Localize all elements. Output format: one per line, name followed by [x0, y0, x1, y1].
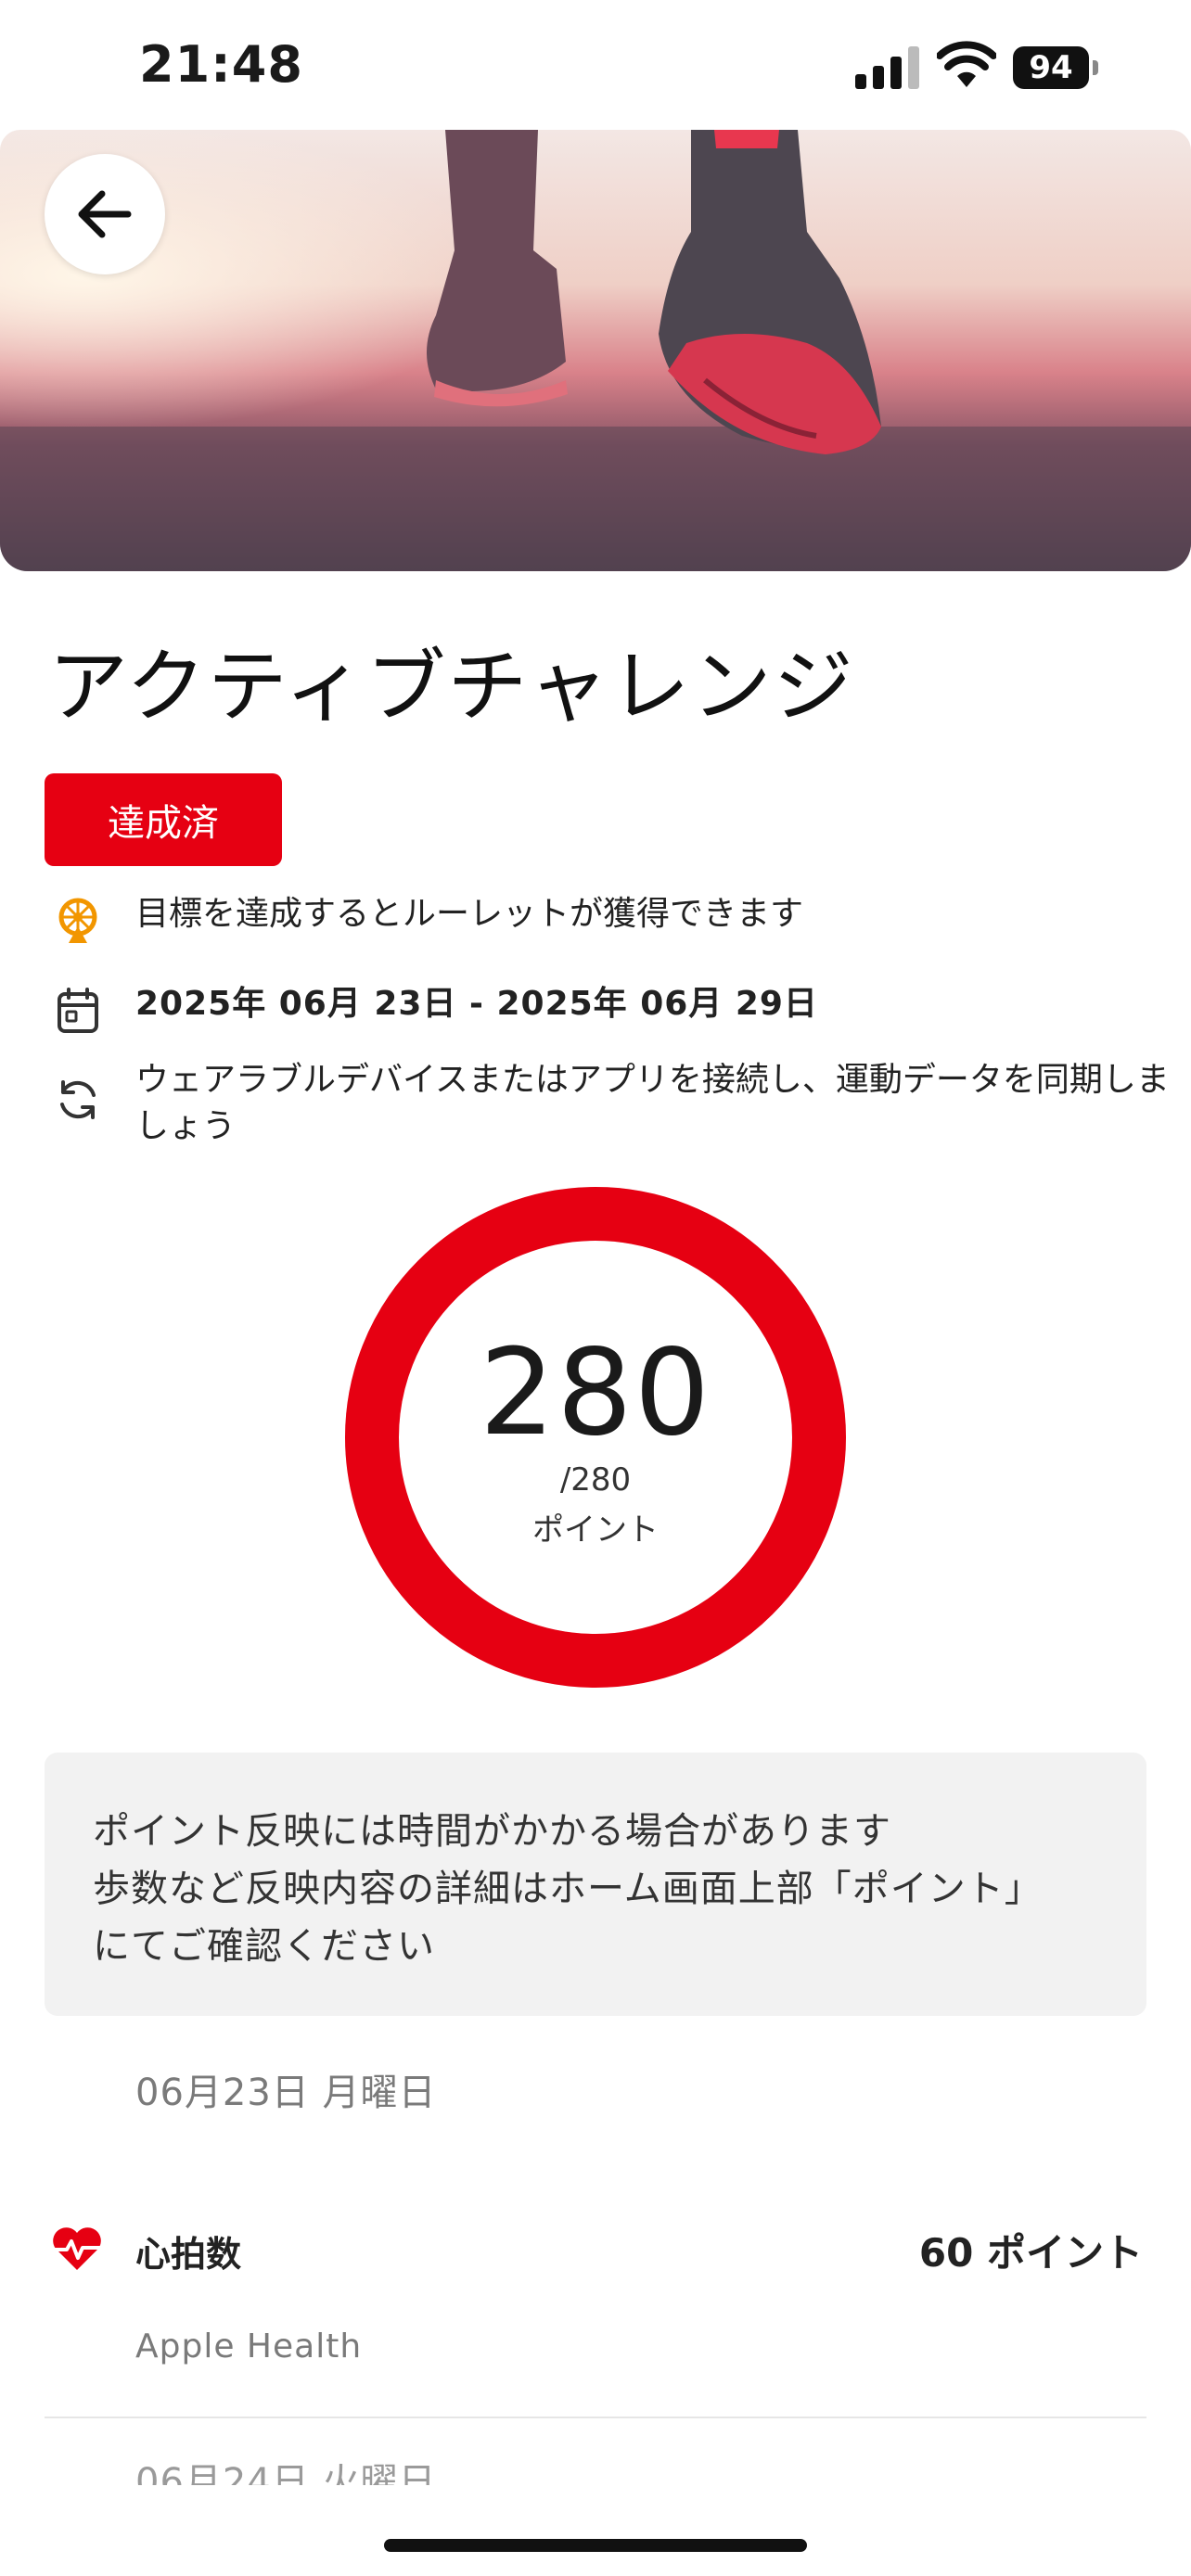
points-value: 280 — [479, 1324, 712, 1462]
notice-line-3: にてご確認ください — [93, 1925, 435, 1968]
next-log-date-header: 06月24日 火曜日 — [135, 2461, 469, 2485]
sync-info-row: ウェアラブルデバイスまたはアプリを接続し、運動データを同期しま しょう — [48, 1057, 1191, 1150]
divider — [45, 2417, 1146, 2418]
roulette-text: 目標を達成するとルーレットが獲得できます — [135, 895, 804, 933]
period-info-row: 2025年 06月 23日 - 2025年 06月 29日 — [48, 981, 818, 1040]
points-total: /280 — [559, 1461, 632, 1498]
arrow-left-icon — [78, 190, 132, 238]
notice-line-1: ポイント反映には時間がかかる場合があります — [93, 1810, 891, 1853]
page-title: アクティブチャレンジ — [48, 641, 855, 733]
status-time: 21:48 — [139, 35, 303, 94]
activity-source: Apple Health — [135, 2327, 363, 2366]
cellular-signal-icon — [855, 46, 919, 89]
wifi-icon — [937, 41, 996, 87]
log-date-header: 06月23日 月曜日 — [135, 2072, 437, 2114]
home-indicator[interactable] — [384, 2539, 807, 2552]
battery-indicator: 94 — [1013, 46, 1098, 89]
calendar-icon — [48, 981, 108, 1040]
running-shoes-illustration — [0, 130, 1191, 571]
progress-ring: 280 /280 ポイント — [343, 1185, 848, 1690]
hero-image — [0, 130, 1191, 571]
roulette-wheel-icon — [48, 891, 108, 950]
battery-level: 94 — [1013, 46, 1089, 89]
battery-tip — [1093, 60, 1098, 75]
notice-line-2: 歩数など反映内容の詳細はホーム画面上部「ポイント」 — [93, 1868, 1043, 1910]
status-badge: 達成済 — [45, 773, 282, 866]
back-button[interactable] — [45, 154, 165, 274]
notice-box: ポイント反映には時間がかかる場合があります 歩数など反映内容の詳細はホーム画面上… — [45, 1753, 1146, 2016]
sync-text-line-1: ウェアラブルデバイスまたはアプリを接続し、運動データを同期しま — [135, 1061, 1170, 1099]
activity-name: 心拍数 — [135, 2234, 242, 2275]
next-log-date-text: 06月24日 火曜日 — [135, 2461, 437, 2485]
sync-icon — [48, 1070, 108, 1129]
activity-points: 60 ポイント — [918, 2230, 1143, 2276]
heart-rate-icon — [53, 2227, 101, 2270]
roulette-info-row: 目標を達成するとルーレットが獲得できます — [48, 891, 803, 950]
status-bar: 21:48 94 — [0, 0, 1191, 130]
period-text: 2025年 06月 23日 - 2025年 06月 29日 — [135, 985, 818, 1023]
status-badge-label: 達成済 — [108, 802, 219, 845]
sync-text-line-2: しょう — [135, 1107, 237, 1145]
points-unit: ポイント — [532, 1511, 659, 1549]
sync-text: ウェアラブルデバイスまたはアプリを接続し、運動データを同期しま しょう — [135, 1057, 1191, 1150]
